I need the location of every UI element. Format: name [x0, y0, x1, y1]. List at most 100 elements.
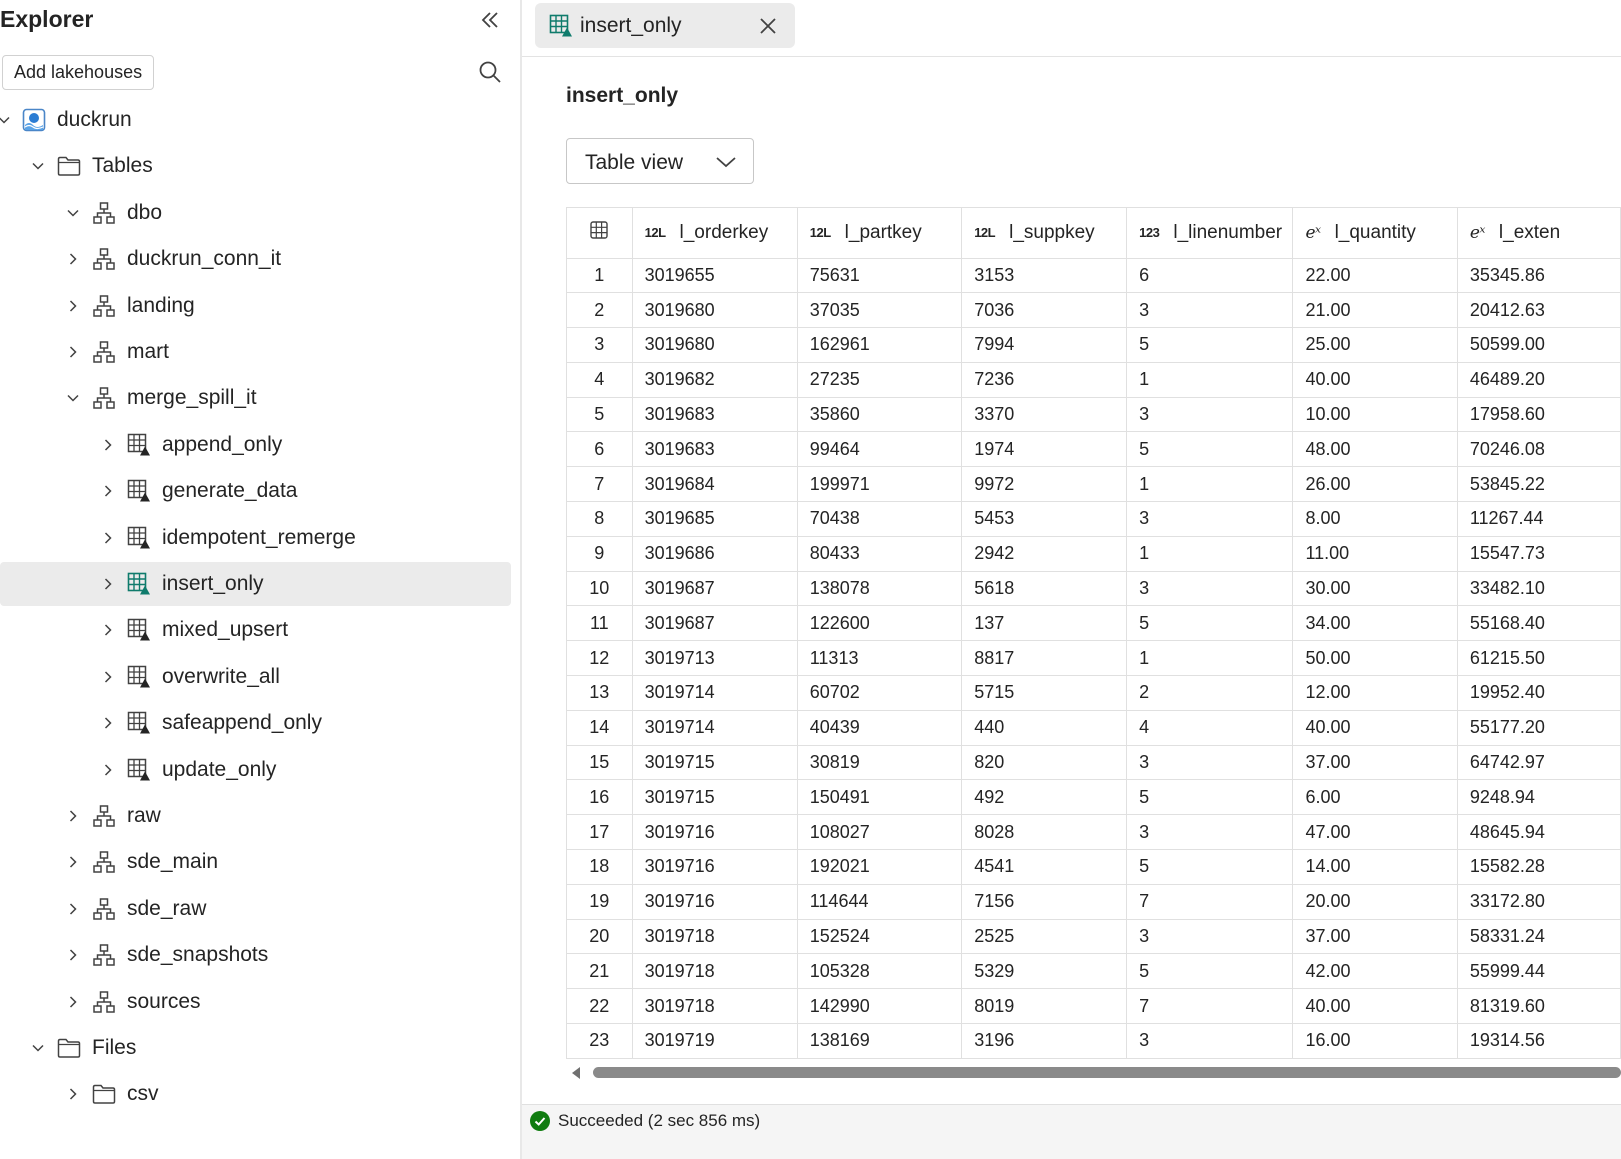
table-cell[interactable]: 150491 [797, 779, 963, 816]
data-grid[interactable]: 12L l_orderkey 12L l_partkey 12L l_suppkey 123… [566, 207, 1621, 1059]
table-cell[interactable]: 22.00 [1292, 258, 1458, 294]
tree-item-update-only[interactable]: update_only [0, 748, 511, 792]
row-number-cell[interactable]: 16 [567, 779, 633, 816]
table-cell[interactable]: 33482.10 [1457, 571, 1621, 607]
table-row[interactable]: 9 3019686 80433 2942 1 11.00 15547.73 [567, 536, 1621, 572]
tree-item-idempotent-remerge[interactable]: idempotent_remerge [0, 516, 511, 560]
table-cell[interactable]: 55168.40 [1457, 605, 1621, 642]
chevron-right-icon[interactable] [100, 483, 116, 499]
table-cell[interactable]: 55999.44 [1457, 953, 1621, 990]
table-row[interactable]: 22 3019718 142990 8019 7 40.00 81319.60 [567, 988, 1621, 1025]
table-cell[interactable]: 3019683 [632, 431, 798, 468]
row-number-cell[interactable]: 13 [567, 675, 633, 711]
chevron-right-icon[interactable] [100, 669, 116, 685]
table-cell[interactable]: 5 [1126, 327, 1294, 363]
row-number-cell[interactable]: 2 [567, 292, 633, 329]
table-cell[interactable]: 9248.94 [1457, 779, 1621, 816]
table-cell[interactable]: 48645.94 [1457, 814, 1621, 851]
table-cell[interactable]: 40.00 [1292, 710, 1458, 746]
table-cell[interactable]: 137 [961, 605, 1128, 642]
table-row[interactable]: 1 3019655 75631 3153 6 22.00 35345.86 [567, 258, 1621, 294]
chevron-right-icon[interactable] [65, 808, 81, 824]
tree-item-raw[interactable]: raw [0, 794, 511, 838]
chevron-right-icon[interactable] [65, 947, 81, 963]
table-cell[interactable]: 108027 [797, 814, 963, 851]
tree-item-safeappend-only[interactable]: safeappend_only [0, 701, 511, 745]
tree-item-tables[interactable]: Tables [0, 144, 511, 188]
row-number-cell[interactable]: 7 [567, 466, 633, 503]
chevron-down-icon[interactable] [0, 112, 12, 128]
table-cell[interactable]: 3 [1126, 571, 1294, 607]
table-row[interactable]: 21 3019718 105328 5329 5 42.00 55999.44 [567, 953, 1621, 990]
table-cell[interactable]: 3019713 [632, 640, 798, 677]
table-cell[interactable]: 3019684 [632, 466, 798, 503]
table-cell[interactable]: 3019685 [632, 501, 798, 537]
table-cell[interactable]: 26.00 [1292, 466, 1458, 503]
row-number-cell[interactable]: 6 [567, 431, 633, 468]
table-cell[interactable]: 6.00 [1292, 779, 1458, 816]
table-cell[interactable]: 5 [1126, 849, 1294, 885]
table-cell[interactable]: 138078 [797, 571, 963, 607]
table-cell[interactable]: 114644 [797, 884, 963, 920]
table-cell[interactable]: 5329 [961, 953, 1128, 990]
column-header-l-linenumber[interactable]: 123 l_linenumber [1126, 208, 1294, 259]
table-cell[interactable]: 2525 [961, 919, 1128, 955]
table-cell[interactable]: 5618 [961, 571, 1128, 607]
tree-item-sources[interactable]: sources [0, 980, 511, 1024]
chevron-right-icon[interactable] [65, 1086, 81, 1102]
table-cell[interactable]: 6 [1126, 258, 1294, 294]
table-row[interactable]: 17 3019716 108027 8028 3 47.00 48645.94 [567, 814, 1621, 851]
row-number-cell[interactable]: 9 [567, 536, 633, 572]
table-cell[interactable]: 3019715 [632, 745, 798, 781]
column-header-l-suppkey[interactable]: 12L l_suppkey [961, 208, 1128, 259]
add-lakehouses-button[interactable]: Add lakehouses [2, 55, 155, 90]
table-cell[interactable]: 27235 [797, 362, 963, 398]
table-cell[interactable]: 70246.08 [1457, 431, 1621, 468]
table-cell[interactable]: 14.00 [1292, 849, 1458, 885]
row-number-cell[interactable]: 12 [567, 640, 633, 677]
table-cell[interactable]: 30819 [797, 745, 963, 781]
horizontal-scrollbar[interactable] [566, 1063, 1621, 1083]
row-number-cell[interactable]: 21 [567, 953, 633, 990]
table-cell[interactable]: 64742.97 [1457, 745, 1621, 781]
table-cell[interactable]: 3 [1126, 1023, 1294, 1059]
table-row[interactable]: 18 3019716 192021 4541 5 14.00 15582.28 [567, 849, 1621, 885]
column-header-l-partkey[interactable]: 12L l_partkey [797, 208, 963, 259]
table-cell[interactable]: 138169 [797, 1023, 963, 1059]
table-cell[interactable]: 61215.50 [1457, 640, 1621, 677]
column-header-l-quantity[interactable]: eˣ l_quantity [1292, 208, 1458, 259]
table-cell[interactable]: 7994 [961, 327, 1128, 363]
table-cell[interactable]: 3019687 [632, 605, 798, 642]
table-cell[interactable]: 5 [1126, 953, 1294, 990]
view-select-dropdown[interactable]: Table view [566, 138, 754, 184]
chevron-right-icon[interactable] [65, 298, 81, 314]
table-cell[interactable]: 3019687 [632, 571, 798, 607]
table-cell[interactable]: 142990 [797, 988, 963, 1025]
table-cell[interactable]: 42.00 [1292, 953, 1458, 990]
table-cell[interactable]: 7 [1126, 884, 1294, 920]
table-row[interactable]: 12 3019713 11313 8817 1 50.00 61215.50 [567, 640, 1621, 677]
table-cell[interactable]: 17958.60 [1457, 397, 1621, 433]
row-number-cell[interactable]: 14 [567, 710, 633, 746]
table-cell[interactable]: 1 [1126, 466, 1294, 503]
row-number-cell[interactable]: 17 [567, 814, 633, 851]
table-row[interactable]: 13 3019714 60702 5715 2 12.00 19952.40 [567, 675, 1621, 711]
table-cell[interactable]: 15547.73 [1457, 536, 1621, 572]
table-cell[interactable]: 21.00 [1292, 292, 1458, 329]
chevron-right-icon[interactable] [100, 576, 116, 592]
table-cell[interactable]: 1 [1126, 640, 1294, 677]
table-cell[interactable]: 3153 [961, 258, 1128, 294]
tab-insert-only[interactable]: insert_only [535, 3, 795, 48]
table-cell[interactable]: 40.00 [1292, 988, 1458, 1025]
column-header-l-orderkey[interactable]: 12L l_orderkey [632, 208, 798, 259]
row-number-cell[interactable]: 20 [567, 919, 633, 955]
table-cell[interactable]: 19952.40 [1457, 675, 1621, 711]
row-number-cell[interactable]: 19 [567, 884, 633, 920]
table-cell[interactable]: 3 [1126, 745, 1294, 781]
table-cell[interactable]: 53845.22 [1457, 466, 1621, 503]
table-cell[interactable]: 35345.86 [1457, 258, 1621, 294]
row-number-cell[interactable]: 8 [567, 501, 633, 537]
table-cell[interactable]: 3019714 [632, 710, 798, 746]
tree-item-duckrun[interactable]: duckrun [0, 98, 511, 142]
table-row[interactable]: 3 3019680 162961 7994 5 25.00 50599.00 [567, 327, 1621, 363]
